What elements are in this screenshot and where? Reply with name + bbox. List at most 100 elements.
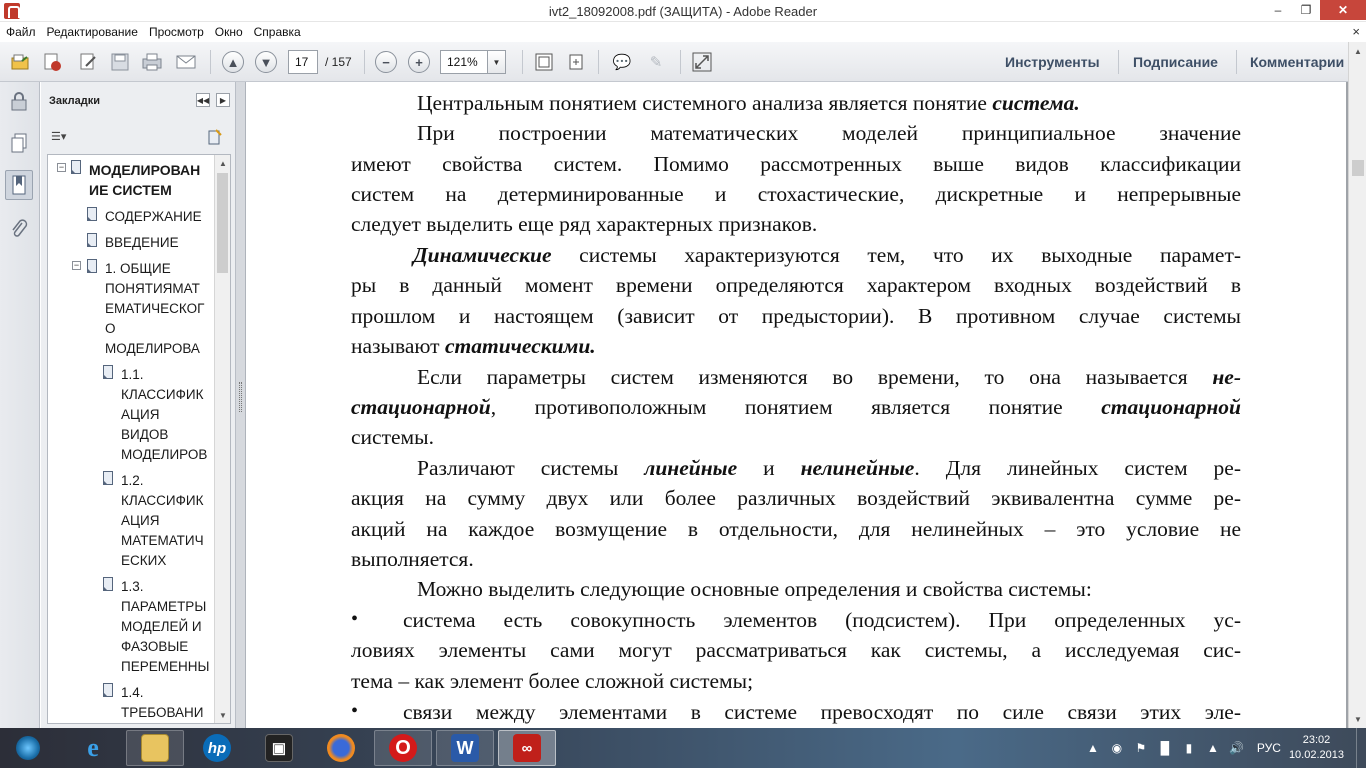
splitter-grip[interactable]: [239, 382, 242, 412]
comment-pane-link[interactable]: Комментарии: [1250, 54, 1344, 70]
menu-help[interactable]: Справка: [254, 25, 308, 39]
edit-icon[interactable]: [76, 50, 100, 74]
zoom-input[interactable]: [440, 50, 488, 74]
bookmark-line: МАТЕМАТИЧ: [121, 533, 204, 548]
menu-file[interactable]: Файл: [6, 25, 43, 39]
bookmark-line: ИЕ СИСТЕМ: [89, 182, 172, 198]
scroll-down-icon[interactable]: ▼: [1349, 710, 1366, 728]
bookmark-options-icon[interactable]: ☰▾: [51, 130, 75, 146]
antivirus-icon[interactable]: ◉: [1107, 738, 1127, 758]
fullscreen-icon[interactable]: [690, 50, 714, 74]
network-icon[interactable]: █: [1155, 738, 1175, 758]
collapse-toggle-icon[interactable]: −: [57, 163, 66, 172]
bookmark-line: ВВЕДЕНИЕ: [105, 235, 179, 250]
collapse-panel-icon[interactable]: ◀◀: [196, 93, 210, 107]
zoom-out-icon[interactable]: −: [375, 51, 397, 73]
page-thumbnails-icon[interactable]: [5, 128, 33, 158]
word-task[interactable]: W: [436, 730, 494, 766]
bookmark-item-chapter-1[interactable]: 1. ОБЩИЕ ПОНЯТИЯМАТ ЕМАТИЧЕСКОГ О МОДЕЛИ…: [105, 259, 204, 359]
internet-explorer-task[interactable]: e: [64, 730, 122, 766]
highlight-icon[interactable]: ✎: [644, 50, 668, 74]
scrollbar-thumb[interactable]: [217, 173, 228, 273]
bookmark-item-1-4[interactable]: 1.4. ТРЕБОВАНИ: [121, 683, 203, 723]
menu-edit[interactable]: Редактирование: [47, 25, 145, 39]
new-bookmark-icon[interactable]: [206, 128, 224, 146]
bookmark-line: 1.1.: [121, 367, 144, 382]
hp-icon: hp: [203, 734, 231, 762]
sign-pane-link[interactable]: Подписание: [1133, 54, 1218, 70]
page-up-icon[interactable]: ▲: [222, 51, 244, 73]
show-hidden-icons-icon[interactable]: ▲: [1083, 738, 1103, 758]
adobe-reader-task[interactable]: ∞: [498, 730, 556, 766]
opera-task[interactable]: O: [374, 730, 432, 766]
scrollbar-thumb[interactable]: [1352, 160, 1364, 176]
open-file-icon[interactable]: [8, 50, 32, 74]
clock-date: 10.02.2013: [1288, 749, 1344, 761]
windows-logo-icon: [16, 736, 40, 760]
bullet-icon: •: [351, 700, 359, 722]
bookmark-icon: [87, 207, 97, 221]
create-pdf-icon[interactable]: [40, 50, 64, 74]
paragraph-line: Можно выделить следующие основные опреде…: [417, 577, 1092, 601]
bookmarks-scrollbar[interactable]: ▲ ▼: [214, 155, 230, 723]
menu-view[interactable]: Просмотр: [149, 25, 211, 39]
toolbar-separator: [598, 50, 599, 74]
bookmark-item-contents[interactable]: СОДЕРЖАНИЕ: [105, 207, 202, 227]
clock[interactable]: 23:02 10.02.2013: [1289, 733, 1344, 763]
bookmark-item-1-2[interactable]: 1.2. КЛАССИФИК АЦИЯ МАТЕМАТИЧ ЕСКИХ: [121, 471, 204, 571]
power-icon[interactable]: ▮: [1179, 738, 1199, 758]
panel-splitter[interactable]: [236, 82, 246, 728]
close-document-icon[interactable]: ×: [1352, 24, 1360, 39]
attachments-icon[interactable]: [5, 214, 33, 244]
paragraph-line: систем на детерминированные и стохастиче…: [351, 182, 1241, 206]
expand-panel-icon[interactable]: ▶: [216, 93, 230, 107]
save-icon[interactable]: [108, 50, 132, 74]
language-indicator[interactable]: РУС: [1257, 741, 1281, 755]
firefox-task[interactable]: [312, 730, 370, 766]
paragraph-line: Различают системы линейные и нелинейные.…: [417, 456, 1241, 480]
bookmark-line: АЦИЯ: [121, 407, 160, 422]
bookmark-line: МОДЕЛЕЙ И: [121, 619, 202, 634]
start-button[interactable]: [8, 732, 48, 764]
bookmark-line: ПОНЯТИЯМАТ: [105, 281, 200, 296]
lock-icon[interactable]: [5, 86, 33, 116]
tools-pane-link[interactable]: Инструменты: [1005, 54, 1100, 70]
flag-icon[interactable]: ⚑: [1131, 738, 1151, 758]
scroll-up-icon[interactable]: ▲: [1349, 42, 1366, 60]
paragraph-line: выполняется.: [351, 547, 474, 571]
document-scrollbar[interactable]: ▲ ▼: [1348, 42, 1366, 728]
toolbar-separator: [210, 50, 211, 74]
app-task[interactable]: ▣: [250, 730, 308, 766]
email-icon[interactable]: [174, 50, 198, 74]
volume-icon[interactable]: 🔊: [1227, 738, 1247, 758]
bookmark-item-intro[interactable]: ВВЕДЕНИЕ: [105, 233, 179, 253]
collapse-toggle-icon[interactable]: −: [72, 261, 81, 270]
page-down-icon[interactable]: ▼: [255, 51, 277, 73]
signal-icon[interactable]: ▲: [1203, 738, 1223, 758]
document-view[interactable]: Центральным понятием системного анализа …: [247, 82, 1348, 728]
file-explorer-task[interactable]: [126, 730, 184, 766]
toolbar-separator: [680, 50, 681, 74]
scroll-up-icon[interactable]: ▲: [215, 155, 230, 171]
rotate-icon[interactable]: [564, 50, 588, 74]
fit-page-icon[interactable]: [532, 50, 556, 74]
zoom-in-icon[interactable]: +: [408, 51, 430, 73]
comment-icon[interactable]: 💬: [610, 50, 634, 74]
print-icon[interactable]: [140, 50, 164, 74]
close-button[interactable]: ✕: [1320, 0, 1366, 20]
scroll-down-icon[interactable]: ▼: [215, 707, 230, 723]
page-number-input[interactable]: [288, 50, 318, 74]
maximize-button[interactable]: ❐: [1292, 0, 1320, 20]
bookmark-item-1-3[interactable]: 1.3. ПАРАМЕТРЫ МОДЕЛЕЙ И ФАЗОВЫЕ ПЕРЕМЕН…: [121, 577, 209, 677]
minimize-button[interactable]: –: [1264, 0, 1292, 20]
bookmarks-icon[interactable]: [5, 170, 33, 200]
bookmark-item-1-1[interactable]: 1.1. КЛАССИФИК АЦИЯ ВИДОВ МОДЕЛИРОВ: [121, 365, 207, 465]
show-desktop-button[interactable]: [1356, 728, 1366, 768]
paragraph-line: Центральным понятием системного анализа …: [417, 91, 1080, 115]
paragraph-line: акций на каждое возмущение в отдельности…: [351, 517, 1241, 541]
menu-window[interactable]: Окно: [215, 25, 250, 39]
hp-task[interactable]: hp: [188, 730, 246, 766]
zoom-dropdown-icon[interactable]: ▼: [488, 50, 506, 74]
bookmark-line: ВИДОВ: [121, 427, 169, 442]
bookmark-item-modeling[interactable]: МОДЕЛИРОВАН ИЕ СИСТЕМ: [89, 160, 200, 200]
